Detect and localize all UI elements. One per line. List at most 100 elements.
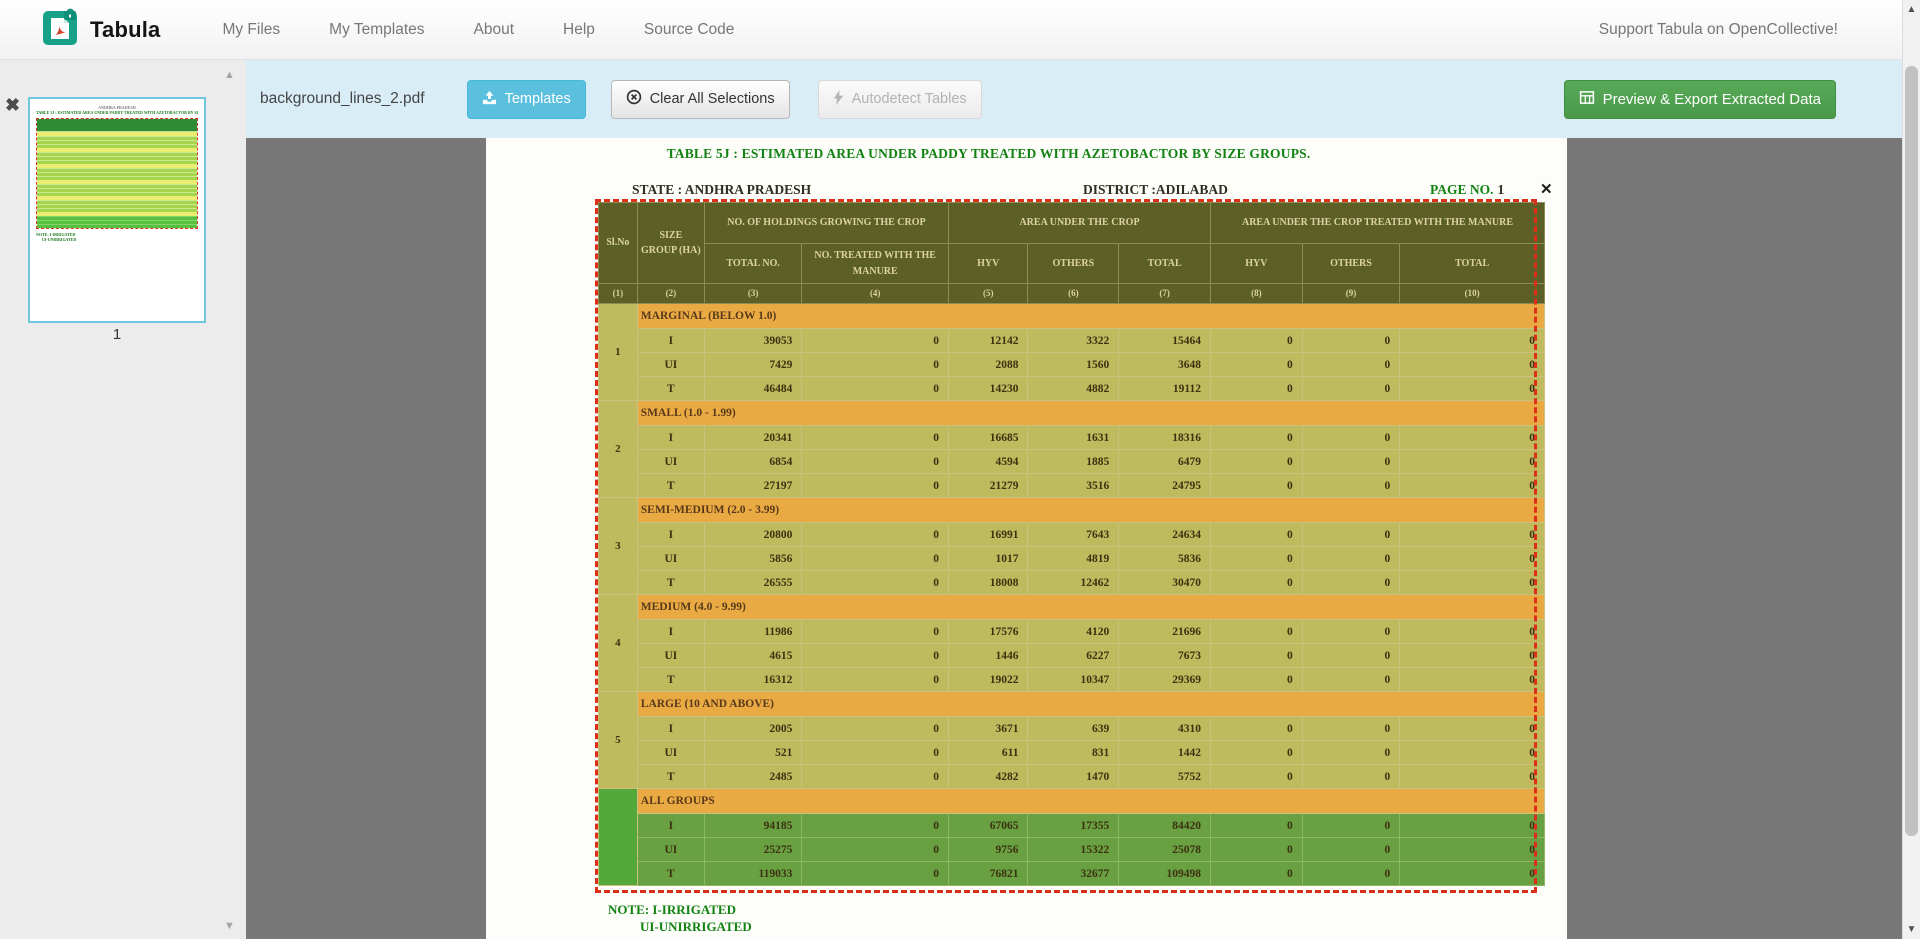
value-cell: 7429 <box>704 353 801 377</box>
value-cell: 119033 <box>704 862 801 886</box>
col-header-slno: Sl.No <box>599 203 638 284</box>
value-cell: 0 <box>802 862 949 886</box>
value-cell: 0 <box>1400 426 1545 450</box>
pdf-table: Sl.No SIZE GROUP (HA) NO. OF HOLDINGS GR… <box>598 202 1545 886</box>
value-cell: 0 <box>802 741 949 765</box>
table-row: T27197021279351624795000 <box>599 474 1545 498</box>
value-cell: 0 <box>1302 329 1399 353</box>
slno-cell: 5 <box>599 692 638 789</box>
value-cell: 3322 <box>1028 329 1119 353</box>
value-cell: 0 <box>1211 426 1303 450</box>
value-cell: 1631 <box>1028 426 1119 450</box>
value-cell: 0 <box>802 474 949 498</box>
slno-cell: 4 <box>599 595 638 692</box>
value-cell: 7673 <box>1119 644 1211 668</box>
value-cell: 0 <box>1302 474 1399 498</box>
col-number: (1) <box>599 284 638 304</box>
row-type-cell: I <box>637 620 704 644</box>
value-cell: 46484 <box>704 377 801 401</box>
row-type-cell: UI <box>637 741 704 765</box>
sidebar-scroll-down-icon[interactable]: ▼ <box>224 921 235 932</box>
remove-page-icon[interactable]: ✖ <box>5 96 20 114</box>
value-cell: 0 <box>802 644 949 668</box>
value-cell: 0 <box>1211 474 1303 498</box>
table-row: T163120190221034729369000 <box>599 668 1545 692</box>
value-cell: 24795 <box>1119 474 1211 498</box>
sidebar-scroll-up-icon[interactable]: ▲ <box>224 70 235 81</box>
value-cell: 521 <box>704 741 801 765</box>
nav-item-my-templates[interactable]: My Templates <box>329 21 424 39</box>
value-cell: 12462 <box>1028 571 1119 595</box>
value-cell: 6227 <box>1028 644 1119 668</box>
size-group-band: ALL GROUPS <box>637 789 1544 814</box>
nav-item-my-files[interactable]: My Files <box>222 21 280 39</box>
pdf-table-title: TABLE 5J : ESTIMATED AREA UNDER PADDY TR… <box>486 146 1491 162</box>
nav-item-source-code[interactable]: Source Code <box>644 21 734 39</box>
row-type-cell: UI <box>637 644 704 668</box>
value-cell: 2005 <box>704 717 801 741</box>
preview-export-button[interactable]: Preview & Export Extracted Data <box>1564 80 1836 119</box>
value-cell: 0 <box>1400 377 1545 401</box>
scrollbar-down-icon[interactable]: ▼ <box>1903 924 1920 935</box>
document-filename: background_lines_2.pdf <box>260 90 425 108</box>
templates-button[interactable]: Templates <box>467 80 586 119</box>
value-cell: 26555 <box>704 571 801 595</box>
value-cell: 0 <box>1400 620 1545 644</box>
value-cell: 0 <box>1302 450 1399 474</box>
value-cell: 3516 <box>1028 474 1119 498</box>
size-group-band: SEMI-MEDIUM (2.0 - 3.99) <box>637 498 1544 523</box>
value-cell: 94185 <box>704 814 801 838</box>
value-cell: 0 <box>1211 862 1303 886</box>
col-number: (4) <box>802 284 949 304</box>
col-header-area-group: AREA UNDER THE CROP <box>949 203 1211 244</box>
col-number: (5) <box>949 284 1028 304</box>
autodetect-tables-button[interactable]: Autodetect Tables <box>818 80 982 119</box>
col-header-treated-group: AREA UNDER THE CROP TREATED WITH THE MAN… <box>1211 203 1545 244</box>
nav-item-help[interactable]: Help <box>563 21 595 39</box>
toolbar: background_lines_2.pdf Templates Clear A… <box>246 60 1902 138</box>
value-cell: 831 <box>1028 741 1119 765</box>
value-cell: 0 <box>1400 547 1545 571</box>
brand[interactable]: Tabula <box>42 8 160 51</box>
value-cell: 21279 <box>949 474 1028 498</box>
support-link[interactable]: Support Tabula on OpenCollective! <box>1599 21 1838 39</box>
row-type-cell: I <box>637 717 704 741</box>
table-row: UI46150144662277673000 <box>599 644 1545 668</box>
tabula-app: Tabula My Files My Templates About Help … <box>0 0 1920 939</box>
clear-all-selections-button[interactable]: Clear All Selections <box>611 80 790 119</box>
scrollbar-thumb[interactable] <box>1905 66 1918 836</box>
value-cell: 0 <box>1302 571 1399 595</box>
value-cell: 84420 <box>1119 814 1211 838</box>
value-cell: 6854 <box>704 450 801 474</box>
value-cell: 0 <box>1302 862 1399 886</box>
value-cell: 0 <box>1211 814 1303 838</box>
value-cell: 0 <box>1211 838 1303 862</box>
col-subheader: TOTAL NO. <box>704 244 801 284</box>
selection-close-icon[interactable]: ✕ <box>1540 180 1553 198</box>
scrollbar-up-icon[interactable]: ▲ <box>1903 4 1920 15</box>
value-cell: 20341 <box>704 426 801 450</box>
pdf-note-line1: NOTE: I-IRRIGATED <box>608 901 752 918</box>
value-cell: 0 <box>1211 329 1303 353</box>
value-cell: 0 <box>802 668 949 692</box>
value-cell: 0 <box>1211 571 1303 595</box>
value-cell: 4120 <box>1028 620 1119 644</box>
window-scrollbar[interactable]: ▲ ▼ <box>1902 0 1920 939</box>
row-type-cell: I <box>637 329 704 353</box>
col-header-size-group: SIZE GROUP (HA) <box>637 203 704 284</box>
pdf-page[interactable]: TABLE 5J : ESTIMATED AREA UNDER PADDY TR… <box>486 138 1567 939</box>
page-1-thumbnail[interactable]: ANDHRA PRADESH TABLE 5J : ESTIMATED AREA… <box>28 97 206 323</box>
value-cell: 17355 <box>1028 814 1119 838</box>
pdf-viewer-area: TABLE 5J : ESTIMATED AREA UNDER PADDY TR… <box>246 138 1902 939</box>
nav-item-about[interactable]: About <box>474 21 515 39</box>
value-cell: 1446 <box>949 644 1028 668</box>
value-cell: 0 <box>802 814 949 838</box>
lightning-bolt-icon <box>833 90 844 109</box>
value-cell: 67065 <box>949 814 1028 838</box>
navbar: Tabula My Files My Templates About Help … <box>0 0 1902 60</box>
value-cell: 5856 <box>704 547 801 571</box>
value-cell: 15464 <box>1119 329 1211 353</box>
export-button-label: Preview & Export Extracted Data <box>1603 91 1821 108</box>
col-subheader: TOTAL <box>1400 244 1545 284</box>
col-subheader: TOTAL <box>1119 244 1211 284</box>
